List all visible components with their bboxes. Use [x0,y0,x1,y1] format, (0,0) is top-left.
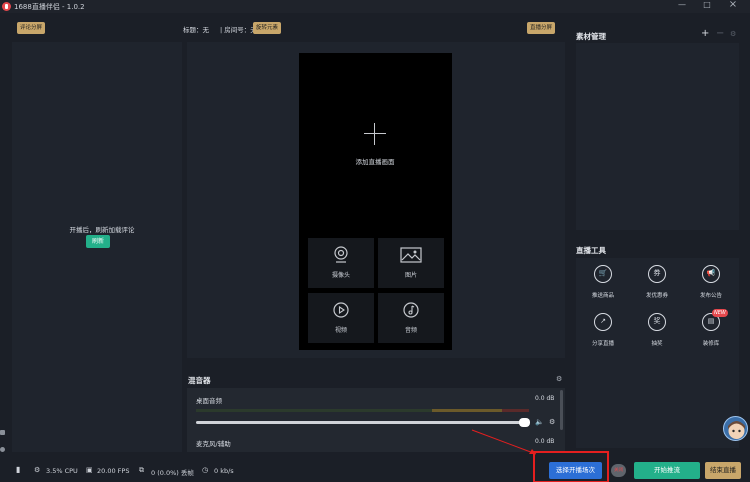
megaphone-icon: 📢 [702,265,720,283]
coupon-icon: 券 [648,265,666,283]
comment-split-button[interactable]: 评论分屏 [17,22,46,34]
tool-send-coupon-label: 发优惠券 [645,293,668,299]
material-settings-icon[interactable]: ⚙ [730,30,736,38]
desktop-audio-settings-icon[interactable]: ⚙ [549,418,555,426]
play-icon [333,302,349,318]
tool-lottery-label: 抽奖 [651,341,663,347]
top-toolbar [0,13,750,42]
minimize-button[interactable]: — [675,0,689,13]
add-canvas-label: 添加直播画面 [355,158,395,166]
refresh-button[interactable]: 刷新 [86,235,110,248]
mic-aux-label: 麦克风/辅助 [196,440,231,448]
audio-meter-peak-zone [502,409,529,412]
source-video-tile[interactable]: 视频 [308,293,374,343]
tool-share-live[interactable]: ↗ 分享直播 [576,313,630,355]
desktop-volume-slider[interactable] [196,421,523,424]
speaker-icon[interactable]: 🔈 [535,418,544,426]
lottery-icon: 奖 [648,313,666,331]
share-icon: ↗ [594,313,612,331]
new-badge: NEW [712,309,728,317]
cpu-usage: 3.5% CPU [46,467,78,475]
add-material-button[interactable]: + [701,28,709,39]
add-icon[interactable] [364,123,386,145]
app-logo-icon [2,2,11,11]
live-split-button[interactable]: 直播分屏 [527,22,556,34]
image-icon [400,247,422,263]
mixer-title: 混音器 [188,376,211,385]
avatar-face-icon [728,421,745,439]
tool-send-coupon[interactable]: 券 发优惠券 [630,265,684,307]
edge-tool-icon[interactable] [0,430,5,435]
desktop-audio-label: 桌面音频 [196,397,222,405]
annotation-arrow [471,429,537,455]
material-title: 素材管理 [576,32,606,41]
rotate-element-button[interactable]: 旋转元素 [253,22,282,34]
live-title-info: 标题：无 [183,26,209,34]
title-bar [0,0,750,13]
end-live-button[interactable]: 结束直播 [705,462,741,479]
comment-hint: 开播后，刷新加载评论 [69,226,135,234]
tool-publish-notice[interactable]: 📢 发布公告 [684,265,738,307]
edge-settings-icon[interactable] [0,447,5,452]
volume-slider-handle[interactable] [519,418,530,427]
maximize-button[interactable]: □ [700,0,714,13]
network-rate: 0 kb/s [214,467,234,475]
tool-share-live-label: 分享直播 [591,341,614,347]
tool-lottery[interactable]: 奖 抽奖 [630,313,684,355]
fps-value: 20.00 FPS [97,467,130,475]
dropped-frames: 0 (0.0%) 丢帧 [151,469,194,477]
material-list [576,43,739,230]
remove-material-button[interactable]: − [716,28,724,39]
tool-push-product-label: 推送商品 [591,293,614,299]
source-video-label: 视频 [334,327,347,334]
close-button[interactable]: × [726,0,740,12]
cpu-icon: ⚙ [34,466,41,474]
select-session-button[interactable]: 选择开播场次 [549,462,602,479]
source-audio-tile[interactable]: 音频 [378,293,444,343]
live-tools-title: 直播工具 [576,246,606,255]
tool-push-product[interactable]: 🛒 推送商品 [576,265,630,307]
audio-meter-warn-zone [432,409,502,412]
bar-chart-icon[interactable]: ▮ [16,465,20,474]
mixer-scrollbar[interactable] [560,390,563,430]
tool-decoration-library-label: 装修库 [702,341,720,347]
live-toggle[interactable]: 关闭 [611,464,626,477]
source-image-label: 图片 [404,272,417,279]
source-audio-label: 音频 [404,327,417,334]
fps-icon: ▣ [86,466,93,474]
source-image-tile[interactable]: 图片 [378,238,444,288]
start-stream-button[interactable]: 开始推流 [634,462,700,479]
source-camera-label: 摄像头 [331,272,350,279]
assistant-avatar[interactable] [723,416,748,441]
music-note-icon [403,302,419,318]
source-camera-tile[interactable]: 摄像头 [308,238,374,288]
mixer-settings-icon[interactable]: ⚙ [556,375,562,383]
app-title: 1688直播伴侣 - 1.0.2 [14,3,85,11]
network-icon: ◷ [202,466,209,474]
tool-decoration-library[interactable]: ▤ 装修库 [684,313,738,355]
frame-drop-icon: ⧉ [139,466,144,474]
desktop-audio-db: 0.0 dB [535,395,555,402]
room-number-info: | 房间号：无 [220,26,257,34]
webcam-icon [334,246,348,263]
cart-icon: 🛒 [594,265,612,283]
tool-publish-notice-label: 发布公告 [699,293,722,299]
